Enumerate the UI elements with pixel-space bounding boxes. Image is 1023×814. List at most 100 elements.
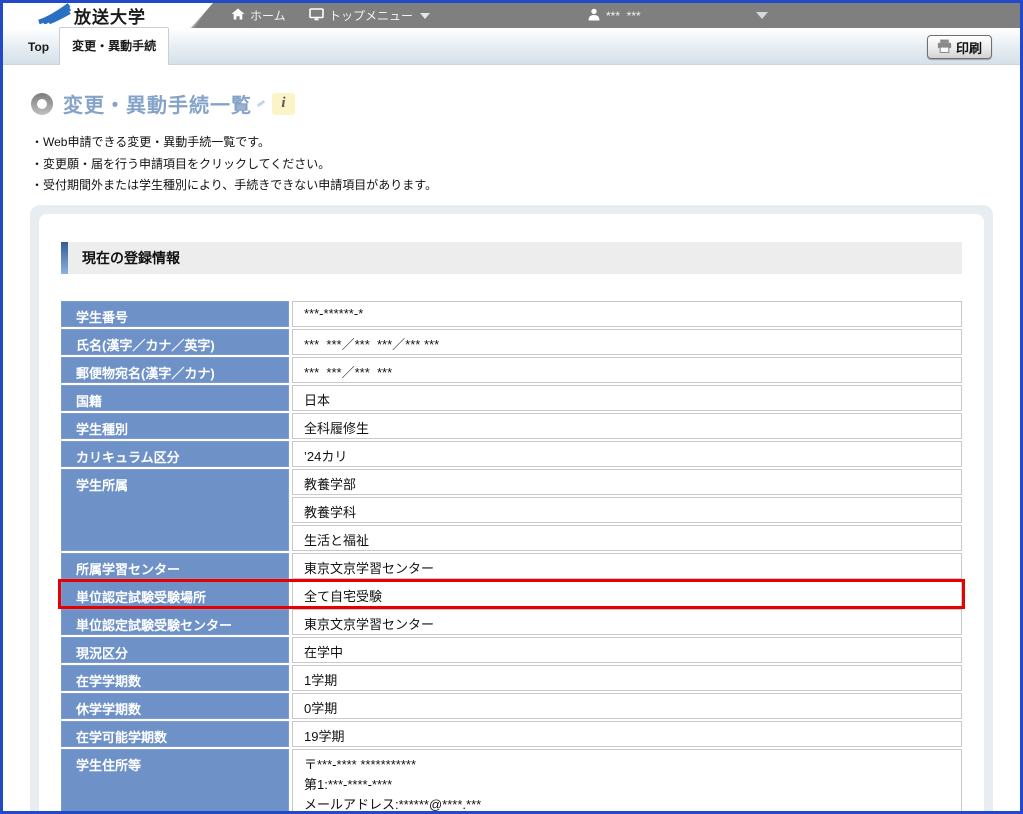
row-value-multiline: 〒***-**** *********** 第1:***-****-**** メ… (292, 749, 962, 814)
table-row: 現況区分在学中 (61, 637, 962, 663)
registration-table: 学生番号***-******-*氏名(漢字／カナ／英字)*** ***／*** … (61, 301, 962, 814)
brand-logo-inner: 放送大学 (37, 4, 146, 27)
row-label: カリキュラム区分 (61, 441, 289, 467)
print-button[interactable]: 印刷 (927, 35, 992, 59)
row-values: 〒***-**** *********** 第1:***-****-**** メ… (292, 749, 962, 814)
row-values: 教養学部教養学科生活と福祉 (292, 469, 962, 551)
table-row: 単位認定試験受験センター東京文京学習センター (61, 609, 962, 635)
section-heading: 現在の登録情報 (61, 242, 962, 274)
table-row: 学生所属教養学部教養学科生活と福祉 (61, 469, 962, 551)
row-label: 現況区分 (61, 637, 289, 663)
row-values: 日本 (292, 385, 962, 411)
row-values: 東京文京学習センター (292, 553, 962, 579)
printer-icon (937, 39, 952, 56)
row-value: 生活と福祉 (292, 525, 962, 551)
page-title: 変更・異動手続一覧 (63, 89, 252, 118)
tab-bar: Top 変更・異動手続 印刷 (3, 28, 1020, 65)
nav-home-label: ホーム (250, 7, 286, 24)
person-icon (587, 8, 601, 24)
table-row: 学生住所等〒***-**** *********** 第1:***-****-*… (61, 749, 962, 814)
row-values: 東京文京学習センター (292, 609, 962, 635)
row-label: 休学学期数 (61, 693, 289, 719)
row-value: *** ***／*** ***／*** *** (292, 329, 962, 355)
row-values: *** ***／*** ***／*** *** (292, 329, 962, 355)
table-row: 氏名(漢字／カナ／英字)*** ***／*** ***／*** *** (61, 329, 962, 355)
chevron-down-icon (420, 13, 430, 19)
row-value: 0学期 (292, 693, 962, 719)
tab-top[interactable]: Top (18, 31, 59, 64)
row-values: 在学中 (292, 637, 962, 663)
brand-logo[interactable]: 放送大学 (3, 3, 191, 28)
row-values: ***-******-* (292, 301, 962, 327)
print-button-label: 印刷 (956, 38, 982, 57)
table-row-highlighted: 単位認定試験受験場所全て自宅受験 (61, 581, 962, 607)
row-value: 1学期 (292, 665, 962, 691)
row-values: 全科履修生 (292, 413, 962, 439)
row-values: ’24カリ (292, 441, 962, 467)
tabs: Top 変更・異動手続 (18, 27, 169, 64)
content-wrapper: 現在の登録情報 学生番号***-******-*氏名(漢字／カナ／英字)*** … (30, 205, 993, 814)
row-value: 19学期 (292, 721, 962, 747)
row-value: ’24カリ (292, 441, 962, 467)
row-label: 所属学習センター (61, 553, 289, 579)
section-heading-label: 現在の登録情報 (82, 248, 180, 268)
table-row: 在学学期数1学期 (61, 665, 962, 691)
table-row: 休学学期数0学期 (61, 693, 962, 719)
table-row: 学生種別全科履修生 (61, 413, 962, 439)
row-values: 1学期 (292, 665, 962, 691)
user-name: *** *** (606, 9, 641, 23)
row-value: 全科履修生 (292, 413, 962, 439)
table-row: 国籍日本 (61, 385, 962, 411)
row-value: 教養学科 (292, 497, 962, 523)
note-line: ・変更願・届を行う申請項目をクリックしてください。 (31, 154, 1020, 176)
row-value: 日本 (292, 385, 962, 411)
note-line: ・受付期間外または学生種別により、手続きできない申請項目があります。 (31, 175, 1020, 197)
row-value: 全て自宅受験 (292, 581, 962, 607)
page-heading: 変更・異動手続一覧 i (31, 89, 1020, 118)
home-icon (231, 8, 245, 23)
page-notes: ・Web申請できる変更・異動手続一覧です。 ・変更願・届を行う申請項目をクリック… (31, 132, 1020, 197)
row-values: 全て自宅受験 (292, 581, 962, 607)
info-icon[interactable]: i (272, 93, 295, 115)
portal-window: 放送大学 ホーム トップメニュー (0, 0, 1023, 814)
row-values: 0学期 (292, 693, 962, 719)
row-value: *** ***／*** *** (292, 357, 962, 383)
tab-change-procedures[interactable]: 変更・異動手続 (59, 27, 169, 65)
row-label: 学生所属 (61, 469, 289, 551)
table-row: カリキュラム区分’24カリ (61, 441, 962, 467)
row-value: 在学中 (292, 637, 962, 663)
row-label: 氏名(漢字／カナ／英字) (61, 329, 289, 355)
top-bar: 放送大学 ホーム トップメニュー (3, 3, 1020, 28)
row-value: 教養学部 (292, 469, 962, 495)
row-values: *** ***／*** *** (292, 357, 962, 383)
row-values: 19学期 (292, 721, 962, 747)
nav-top-menu-label: トップメニュー (329, 7, 413, 24)
logo-slant-decoration (191, 3, 213, 28)
monitor-icon (309, 8, 324, 24)
title-circle-icon (31, 93, 53, 115)
row-value: 東京文京学習センター (292, 553, 962, 579)
title-connector-decoration (257, 100, 265, 107)
university-swoosh-icon (37, 3, 71, 29)
row-value: 東京文京学習センター (292, 609, 962, 635)
row-label: 郵便物宛名(漢字／カナ) (61, 357, 289, 383)
row-label: 在学学期数 (61, 665, 289, 691)
row-label: 国籍 (61, 385, 289, 411)
row-label: 学生住所等 (61, 749, 289, 814)
table-row: 郵便物宛名(漢字／カナ)*** ***／*** *** (61, 357, 962, 383)
row-label: 学生種別 (61, 413, 289, 439)
table-row: 在学可能学期数19学期 (61, 721, 962, 747)
brand-name: 放送大学 (74, 3, 146, 28)
nav-home[interactable]: ホーム (231, 3, 286, 28)
user-menu[interactable]: *** *** (587, 3, 641, 28)
row-value: ***-******-* (292, 301, 962, 327)
row-label: 在学可能学期数 (61, 721, 289, 747)
row-label: 単位認定試験受験場所 (61, 581, 289, 607)
row-label: 学生番号 (61, 301, 289, 327)
content-panel: 現在の登録情報 学生番号***-******-*氏名(漢字／カナ／英字)*** … (39, 214, 984, 814)
row-label: 単位認定試験受験センター (61, 609, 289, 635)
nav-top-menu[interactable]: トップメニュー (309, 3, 430, 28)
table-row: 所属学習センター東京文京学習センター (61, 553, 962, 579)
table-row: 学生番号***-******-* (61, 301, 962, 327)
account-dropdown-icon[interactable] (756, 12, 768, 19)
